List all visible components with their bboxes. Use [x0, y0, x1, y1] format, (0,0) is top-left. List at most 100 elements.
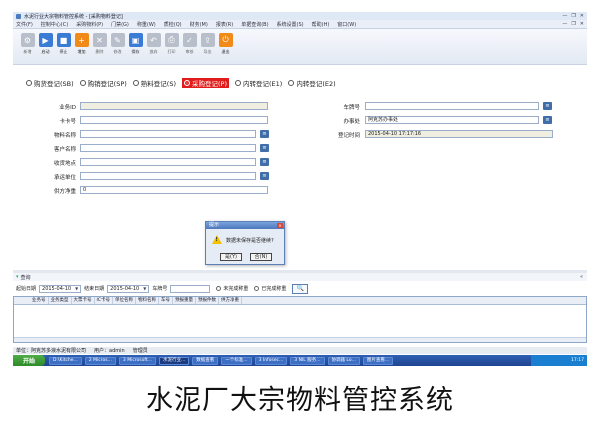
supplier-net-weight-field[interactable]: 0	[80, 186, 268, 194]
query-panel-title: 查询	[20, 274, 31, 281]
collapse-icon[interactable]: «	[580, 274, 583, 280]
column-header[interactable]: 业务类型	[49, 297, 72, 304]
app-icon	[16, 13, 21, 19]
list-icon: ≡	[545, 103, 550, 109]
card-number-field[interactable]	[80, 116, 268, 124]
delivery-location-field[interactable]	[80, 158, 256, 166]
taskbar-item[interactable]: 一个标准...	[221, 356, 252, 365]
mdi-restore-button[interactable]: ❐	[571, 21, 575, 27]
menu-window[interactable]: 窗口(W)	[337, 21, 356, 28]
horizontal-scrollbar[interactable]	[14, 337, 586, 342]
taskbar-item[interactable]: 3 NIL 服务...	[290, 356, 325, 365]
dialog-no-button[interactable]: 否(N)	[250, 253, 272, 261]
menu-control-center[interactable]: 控制中心(C)	[41, 21, 68, 28]
taskbar-item[interactable]: 数据查看	[192, 356, 219, 365]
material-picker-button[interactable]: ≡	[260, 130, 269, 138]
carrier-picker-button[interactable]: ≡	[260, 172, 269, 180]
undo-button[interactable]: ↶ 放弃	[145, 33, 162, 55]
menu-help[interactable]: 帮助(H)	[312, 21, 330, 28]
business-id-label: 业务ID	[59, 105, 76, 111]
carrier-field[interactable]	[80, 172, 256, 180]
menu-weighing[interactable]: 称重(W)	[137, 21, 156, 28]
column-header[interactable]: 预报重量	[173, 297, 196, 304]
supplier-net-weight-label: 供方净重	[53, 189, 76, 195]
status-bar: 单位：阿克苏多浪水泥有限公司 用户： admin 管理员	[13, 347, 587, 354]
mode-radio-s[interactable]: 熟料登记(S)	[132, 78, 176, 88]
expand-arrow-icon[interactable]: ▾	[16, 274, 19, 280]
plate-picker-button[interactable]: ≡	[543, 102, 552, 110]
column-header[interactable]: 大票卡号	[72, 297, 95, 304]
new-button[interactable]: ⚙ 新增	[19, 33, 36, 55]
mode-radio-p[interactable]: 采购登记(P)	[182, 78, 229, 88]
dialog-title: 提示	[209, 222, 220, 228]
finished-weighing-radio[interactable]: 已完成称重	[254, 285, 286, 292]
column-header[interactable]: 物料名称	[136, 297, 159, 304]
column-header[interactable]: 车号	[159, 297, 173, 304]
customer-name-field[interactable]	[80, 144, 256, 152]
print-button[interactable]: ⎙ 打印	[163, 33, 180, 55]
minimize-button[interactable]: —	[562, 13, 567, 19]
menu-quality[interactable]: 质检(Q)	[164, 21, 182, 28]
system-tray: 17:17	[531, 355, 587, 366]
dialog-close-button[interactable]: ✕	[277, 223, 283, 228]
mode-radio-e2[interactable]: 内转登记(E2)	[288, 78, 336, 88]
customer-picker-button[interactable]: ≡	[260, 144, 269, 152]
menu-purchase-material[interactable]: 采购物料(P)	[76, 21, 103, 28]
start-date-picker[interactable]: 2015-04-10 ▼	[39, 284, 82, 293]
unfinished-weighing-radio[interactable]: 未完成称重	[216, 285, 248, 292]
customer-name-label: 客户名称	[53, 147, 76, 153]
location-picker-button[interactable]: ≡	[260, 158, 269, 166]
card-number-label: 卡卡号	[59, 119, 76, 125]
column-header[interactable]: 单位名称	[113, 297, 136, 304]
mdi-close-button[interactable]: ✕	[580, 21, 584, 27]
column-header[interactable]: IC卡号	[95, 297, 113, 304]
stop-icon: ■	[56, 33, 71, 47]
taskbar-item[interactable]: 协调器 Lo...	[327, 356, 360, 365]
taskbar-item[interactable]: 3 Infosec...	[254, 356, 288, 365]
dialog-title-bar: 提示 ✕	[206, 222, 284, 229]
delete-button[interactable]: ✕ 删除	[91, 33, 108, 55]
mdi-minimize-button[interactable]: —	[562, 21, 567, 27]
column-header[interactable]: 业务号	[30, 297, 49, 304]
menu-finance[interactable]: 财务(M)	[190, 21, 208, 28]
taskbar-item[interactable]: D:\Kitche...	[49, 356, 82, 365]
menu-gate[interactable]: 门禁(G)	[111, 21, 129, 28]
menu-file[interactable]: 文件(F)	[16, 21, 33, 28]
start-button[interactable]: ▶ 启动	[37, 33, 54, 55]
search-button[interactable]: 🔍	[292, 283, 309, 294]
save-button[interactable]: ▣ 保存	[127, 33, 144, 55]
start-button[interactable]: 开始	[13, 355, 45, 366]
plate-number-field[interactable]	[365, 102, 539, 110]
taskbar-item[interactable]: 图片查看...	[362, 356, 394, 365]
add-button[interactable]: + 增加	[73, 33, 90, 55]
taskbar-item-active[interactable]: 水泥行业...	[158, 356, 190, 365]
menu-reports[interactable]: 报表(R)	[216, 21, 233, 28]
menu-document-query[interactable]: 单据查询(B)	[241, 21, 268, 28]
plate-filter-input[interactable]	[170, 284, 211, 293]
material-name-field[interactable]	[80, 130, 256, 138]
column-header[interactable]: 供方净重	[219, 297, 242, 304]
approve-button[interactable]: ✓ 审核	[181, 33, 198, 55]
stop-button[interactable]: ■ 停止	[55, 33, 72, 55]
maximize-button[interactable]: ❐	[571, 13, 575, 19]
mode-radio-sp[interactable]: 购销登记(SP)	[79, 78, 127, 88]
toolbar-label: 打印	[167, 49, 176, 54]
toolbar-label: 停止	[59, 49, 68, 54]
mode-label: 购货登记(SB)	[34, 80, 74, 88]
menu-system-settings[interactable]: 系统设置(S)	[277, 21, 304, 28]
end-date-picker[interactable]: 2015-04-10 ▼	[107, 284, 150, 293]
window-title-bar: 水泥行业大宗物料管控系统 - [采购物料登记] — ❐ ✕	[13, 12, 587, 20]
taskbar-item[interactable]: 2 Micros...	[84, 356, 116, 365]
mode-radio-sb[interactable]: 购货登记(SB)	[26, 78, 74, 88]
export-button[interactable]: ⇪ 导出	[199, 33, 216, 55]
close-button[interactable]: ✕	[580, 13, 584, 19]
office-field[interactable]: 阿克苏办事处	[365, 116, 539, 124]
mode-radio-e1[interactable]: 内转登记(E1)	[235, 78, 282, 88]
edit-button[interactable]: ✎ 修改	[109, 33, 126, 55]
taskbar-item[interactable]: 3 Microsoft...	[118, 356, 156, 365]
column-header[interactable]: 预报件数	[196, 297, 219, 304]
exit-button[interactable]: ⏻ 退出	[217, 33, 234, 55]
delete-icon: ✕	[92, 33, 107, 47]
office-picker-button[interactable]: ≡	[543, 116, 552, 124]
dialog-yes-button[interactable]: 是(Y)	[220, 253, 242, 261]
